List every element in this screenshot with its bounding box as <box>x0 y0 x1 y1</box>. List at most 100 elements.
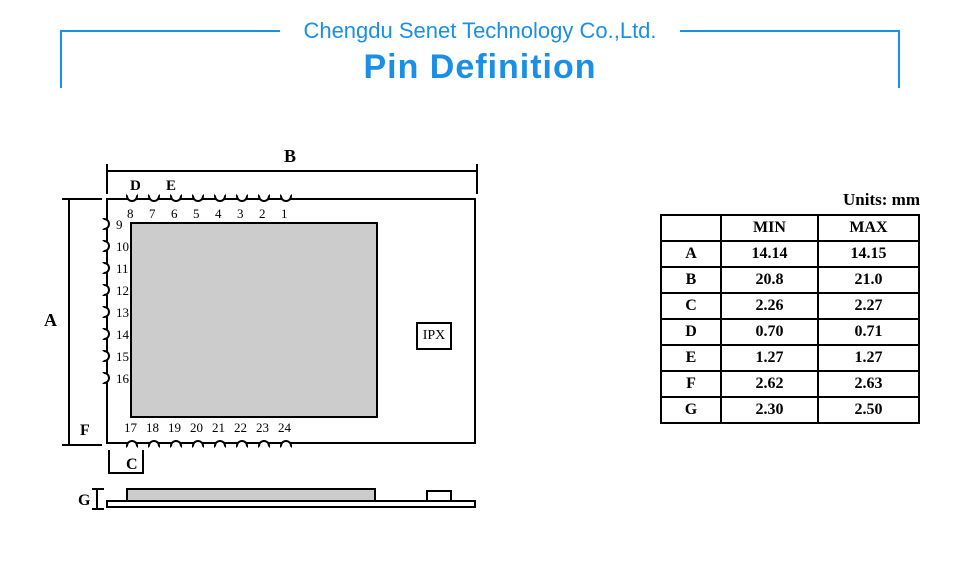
dim-tick <box>92 508 104 510</box>
table-row: A14.1414.15 <box>661 241 919 267</box>
dim-tick <box>106 164 108 194</box>
castellation-pad <box>280 440 292 448</box>
dim-line-g <box>96 488 98 510</box>
castellation-pad <box>258 194 270 202</box>
castellation-pad <box>102 218 110 230</box>
pin-label: 13 <box>116 305 129 321</box>
table-row: G2.302.50 <box>661 397 919 423</box>
pin-label: 21 <box>212 420 225 436</box>
pin-label: 18 <box>146 420 159 436</box>
dim-line-b <box>106 170 476 172</box>
castellation-pad <box>170 194 182 202</box>
pin-label: 20 <box>190 420 203 436</box>
castellation-pad <box>214 194 226 202</box>
castellation-pad <box>126 194 138 202</box>
castellation-pad <box>170 440 182 448</box>
profile-connector <box>426 490 452 500</box>
castellation-pad <box>102 350 110 362</box>
castellation-pad <box>148 440 160 448</box>
module-outline: IPX 87654321 910111213141516 17181920212… <box>106 198 476 444</box>
dim-tick <box>108 450 110 474</box>
table-cell: 2.63 <box>818 371 919 397</box>
pin-label: 8 <box>127 206 134 222</box>
pin-label: 6 <box>171 206 178 222</box>
pin-label: 3 <box>237 206 244 222</box>
pin-label: 2 <box>259 206 266 222</box>
table-row: F2.622.63 <box>661 371 919 397</box>
company-name: Chengdu Senet Technology Co.,Ltd. <box>0 18 960 44</box>
shield-area <box>130 222 378 418</box>
profile-pcb <box>106 500 476 508</box>
castellation-pad <box>102 262 110 274</box>
module-side-profile <box>106 488 476 508</box>
profile-shield <box>126 488 376 500</box>
dim-label-b: B <box>284 146 296 167</box>
pin-label: 17 <box>124 420 137 436</box>
dim-label-a: A <box>44 310 57 331</box>
pin-label: 16 <box>116 371 129 387</box>
table-cell: 14.14 <box>721 241 818 267</box>
pin-label: 12 <box>116 283 129 299</box>
castellation-pad <box>102 240 110 252</box>
table-header-cell: MIN <box>721 215 818 241</box>
pin-label: 1 <box>281 206 288 222</box>
dimension-table-area: Units: mm MIN MAX A14.1414.15B20.821.0C2… <box>660 190 920 424</box>
castellation-pad <box>102 306 110 318</box>
castellation-pad <box>126 440 138 448</box>
table-cell: 21.0 <box>818 267 919 293</box>
ipx-connector: IPX <box>416 322 452 350</box>
dim-label-d: D <box>130 178 141 195</box>
pin-label: 15 <box>116 349 129 365</box>
castellation-pad <box>236 194 248 202</box>
table-cell: 2.30 <box>721 397 818 423</box>
castellation-pad <box>192 440 204 448</box>
units-label: Units: mm <box>660 190 920 210</box>
pin-label: 7 <box>149 206 156 222</box>
table-cell: 2.27 <box>818 293 919 319</box>
table-row: E1.271.27 <box>661 345 919 371</box>
pin-label: 9 <box>116 217 123 233</box>
pin-label: 22 <box>234 420 247 436</box>
castellation-pad <box>236 440 248 448</box>
dim-tick <box>62 198 102 200</box>
table-cell: 1.27 <box>721 345 818 371</box>
pin-label: 19 <box>168 420 181 436</box>
dim-label-f: F <box>80 422 90 440</box>
pin-label: 5 <box>193 206 200 222</box>
table-cell: D <box>661 319 721 345</box>
castellation-pad <box>102 284 110 296</box>
dim-tick <box>476 164 478 194</box>
table-cell: 14.15 <box>818 241 919 267</box>
castellation-pad <box>214 440 226 448</box>
dim-tick <box>142 450 144 474</box>
table-cell: 2.26 <box>721 293 818 319</box>
pin-label: 14 <box>116 327 129 343</box>
table-cell: 1.27 <box>818 345 919 371</box>
table-cell: A <box>661 241 721 267</box>
castellation-pad <box>280 194 292 202</box>
pin-label: 11 <box>116 261 129 277</box>
table-header-cell: MAX <box>818 215 919 241</box>
castellation-pad <box>102 328 110 340</box>
dim-tick <box>92 488 104 490</box>
table-cell: 0.70 <box>721 319 818 345</box>
table-cell: G <box>661 397 721 423</box>
table-cell: 0.71 <box>818 319 919 345</box>
table-cell: 2.50 <box>818 397 919 423</box>
table-header-row: MIN MAX <box>661 215 919 241</box>
header: Chengdu Senet Technology Co.,Ltd. Pin De… <box>0 0 960 100</box>
dim-label-e: E <box>166 178 176 195</box>
table-row: B20.821.0 <box>661 267 919 293</box>
pin-label: 24 <box>278 420 291 436</box>
castellation-pad <box>192 194 204 202</box>
dim-label-g: G <box>78 492 90 510</box>
dim-line-a <box>68 198 70 444</box>
castellation-pad <box>102 372 110 384</box>
table-cell: 20.8 <box>721 267 818 293</box>
dim-line-c <box>108 472 142 474</box>
table-cell: E <box>661 345 721 371</box>
pin-label: 23 <box>256 420 269 436</box>
page-title: Pin Definition <box>0 48 960 87</box>
castellation-pad <box>258 440 270 448</box>
table-cell: B <box>661 267 721 293</box>
